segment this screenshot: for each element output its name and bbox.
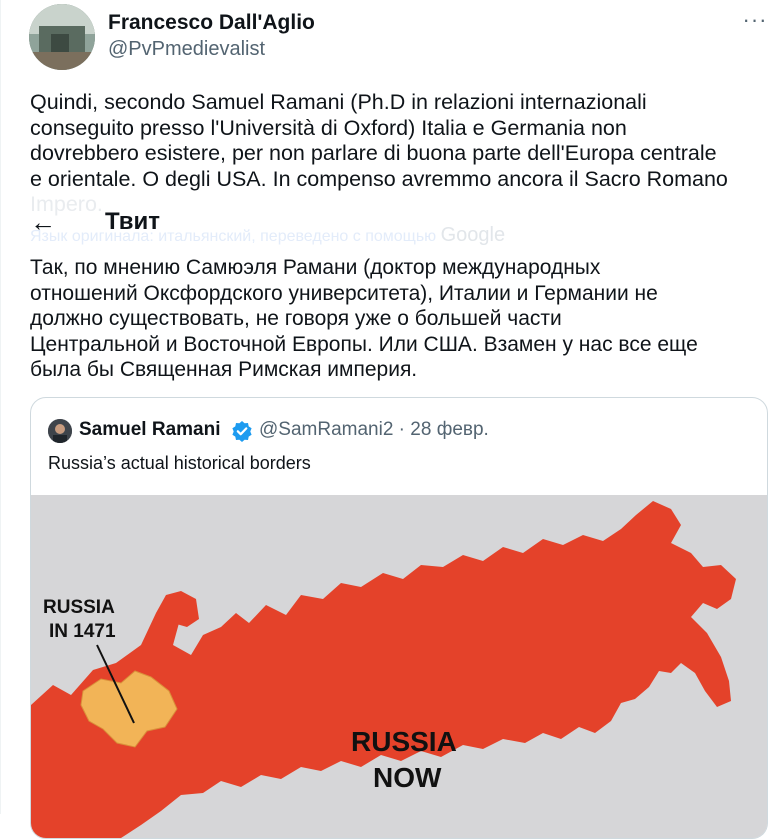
- tweet-line: dovrebbero esistere, per non parlare di …: [30, 141, 717, 166]
- russia-borders-map: RUSSIA IN 1471 RUSSIA NOW: [31, 495, 767, 838]
- translation-attribution: Язык оригинала: итальянский, переведено …: [30, 224, 505, 248]
- tweet-line: conseguito presso l'Università di Oxford…: [30, 115, 627, 140]
- translation-line: должно существовать, не говоря уже о бол…: [30, 307, 562, 331]
- avatar-image: [29, 4, 95, 70]
- tweet-line: Quindi, secondo Samuel Ramani (Ph.D in r…: [30, 90, 647, 114]
- translation-attribution-text: Язык оригинала: итальянский, переведено …: [30, 228, 437, 245]
- display-name[interactable]: Francesco Dall'Aglio: [108, 11, 315, 35]
- quoted-tweet-text: Russia’s actual historical borders: [48, 453, 311, 473]
- quoted-avatar[interactable]: [48, 419, 72, 443]
- quoted-handle-date[interactable]: @SamRamani2 · 28 февр.: [259, 418, 489, 442]
- tweet-text: Quindi, secondo Samuel Ramani (Ph.D in r…: [30, 90, 770, 218]
- google-logo: Google: [440, 224, 506, 246]
- translation-line: Так, по мнению Самюэля Рамани (доктор ме…: [30, 256, 601, 279]
- translation-line: была бы Священная Римская империя.: [30, 358, 418, 382]
- quoted-tweet[interactable]: Samuel Ramani @SamRamani2 · 28 февр. Rus…: [30, 397, 768, 839]
- tweet-line: e orientale. O degli USA. In compenso av…: [30, 166, 728, 191]
- tweet-screenshot: Francesco Dall'Aglio @PvPmedievalist ···…: [0, 0, 783, 839]
- translation-line: отношений Оксфордского университета), Ит…: [30, 281, 658, 305]
- map-image[interactable]: RUSSIA IN 1471 RUSSIA NOW: [31, 495, 767, 838]
- user-handle[interactable]: @PvPmedievalist: [108, 37, 265, 61]
- translated-text: Так, по мнению Самюэля Рамани (доктор ме…: [30, 255, 770, 383]
- label-russia-now-line1: RUSSIA: [351, 726, 457, 757]
- label-russia-now-line2: NOW: [373, 762, 442, 793]
- quoted-display-name[interactable]: Samuel Ramani: [79, 418, 221, 442]
- quoted-avatar-image: [48, 419, 72, 443]
- translation-line: Центральной и Восточной Европы. Или США.…: [30, 332, 698, 356]
- more-options-icon[interactable]: ···: [740, 8, 770, 32]
- avatar[interactable]: [29, 4, 95, 70]
- verified-badge-icon: [232, 421, 252, 442]
- label-russia-1471-line1: RUSSIA: [43, 597, 115, 618]
- label-russia-1471-line2: IN 1471: [49, 621, 116, 642]
- divider: [0, 0, 1, 814]
